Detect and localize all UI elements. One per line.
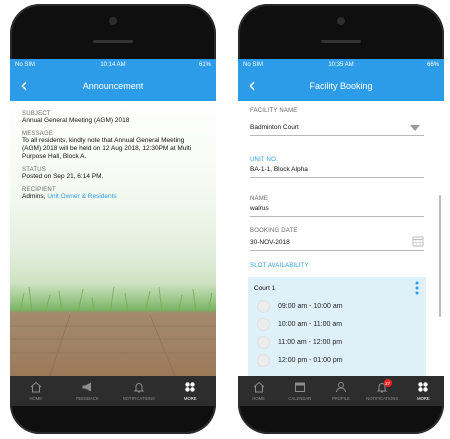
facility-label: FACILITY NAME — [250, 108, 298, 114]
tab-feedback[interactable]: FEEDBACK — [62, 376, 114, 406]
status-value: Posted on Sep 21, 6:14 PM. — [22, 173, 104, 180]
facility-value: Badminton Court — [250, 124, 424, 132]
tab-profile[interactable]: PROFILE — [320, 376, 361, 406]
radio-icon — [257, 317, 270, 331]
tab-more[interactable]: MORE — [165, 376, 217, 406]
message-line: (AGM) 2018 will be held on 12 Aug 2018, … — [22, 145, 192, 152]
grid-dots-icon — [418, 382, 429, 392]
bell-icon — [133, 383, 144, 393]
dropdown-caret-icon — [410, 125, 420, 131]
front-camera — [337, 17, 345, 25]
tab-notifications[interactable]: 27 NOTIFICATIONS — [362, 376, 403, 406]
name-label: NAME — [250, 196, 269, 202]
grid-dots-icon — [185, 382, 195, 392]
front-camera — [109, 17, 117, 25]
facility-text: Badminton Court — [250, 124, 299, 131]
chevron-left-icon[interactable]: ‹ — [20, 75, 28, 95]
date-label: BOOKING DATE — [250, 228, 298, 234]
tab-label: MORE — [417, 396, 430, 401]
radio-icon — [257, 299, 270, 313]
slot-item[interactable]: 09:00 am - 10:00 am — [248, 297, 426, 315]
unit-value: BA-1-1, Block Alpha — [250, 166, 308, 173]
earpiece-speaker — [93, 40, 133, 43]
home-icon — [253, 381, 264, 393]
announcement-content: SUBJECT Annual General Meeting (AGM) 201… — [10, 101, 216, 376]
header-bar: ‹ Announcement — [10, 71, 216, 101]
scrollbar[interactable] — [439, 195, 441, 317]
message-line: To all residents, kindly note that Annua… — [22, 137, 185, 144]
battery-text: 61% — [198, 62, 211, 68]
tab-label: CALENDAR — [288, 396, 312, 401]
slot-item[interactable]: 11:00 am - 12:00 pm — [248, 333, 426, 351]
page-title: Announcement — [82, 81, 144, 91]
clock-text: 10:14 AM — [100, 62, 126, 68]
tab-label: NOTIFICATIONS — [366, 396, 399, 401]
tab-more[interactable]: MORE — [403, 376, 444, 406]
field-underline — [250, 177, 424, 178]
message-line: Purpose Hall, Block A. — [22, 153, 87, 160]
tab-label: PROFILE — [332, 396, 350, 401]
slot-item[interactable]: 12:00 pm - 01:00 pm — [248, 351, 426, 369]
date-value: 30-NOV-2018 — [250, 236, 424, 247]
field-underline — [250, 250, 424, 251]
home-icon — [30, 381, 42, 393]
tab-label: HOME — [252, 396, 265, 401]
carrier-text: No SIM — [243, 62, 264, 68]
person-icon — [336, 382, 346, 393]
tab-label: FEEDBACK — [75, 396, 99, 401]
court-name: Court 1 — [254, 285, 276, 292]
page-title: Facility Booking — [309, 81, 373, 91]
tab-label: NOTIFICATIONS — [122, 396, 155, 401]
status-bar: No SIM 10:14 AM 61% — [10, 59, 216, 71]
carrier-text: No SIM — [15, 62, 36, 68]
notification-badge: 27 — [383, 379, 392, 387]
recipient-link[interactable]: Unit Owner & Residents — [47, 193, 116, 200]
unit-label: UNIT NO. — [250, 157, 278, 163]
status-bar: No SIM 10:35 AM 66% — [238, 59, 444, 71]
bottom-tab-bar: HOME CALENDAR PROFILE 27 NOTIFICATIONS M… — [238, 376, 444, 406]
phone-announcement: No SIM 10:14 AM 61% ‹ Announcement SUBJE… — [10, 4, 216, 434]
tab-notifications[interactable]: NOTIFICATIONS — [113, 376, 165, 406]
battery-text: 66% — [426, 62, 439, 68]
announcement-details: SUBJECT Annual General Meeting (AGM) 201… — [22, 111, 208, 201]
facility-select[interactable]: FACILITY NAME Badminton Court — [250, 108, 424, 136]
name-field[interactable]: NAME walrus — [250, 196, 424, 217]
tab-home[interactable]: HOME — [10, 376, 62, 406]
announcement-screen: No SIM 10:14 AM 61% ‹ Announcement SUBJE… — [10, 59, 216, 406]
radio-icon — [257, 353, 270, 367]
slot-time: 09:00 am - 10:00 am — [278, 302, 343, 310]
date-text: 30-NOV-2018 — [250, 239, 290, 246]
facility-booking-screen: No SIM 10:35 AM 66% ‹ Facility Booking F… — [238, 59, 444, 406]
subject-value: Annual General Meeting (AGM) 2018 — [22, 117, 130, 124]
tab-label: MORE — [183, 396, 197, 401]
tab-home[interactable]: HOME — [238, 376, 279, 406]
slot-item[interactable]: 10:00 am - 11:00 am — [248, 315, 426, 333]
slot-time: 11:00 am - 12:00 pm — [278, 338, 343, 346]
more-vertical-icon[interactable] — [415, 281, 419, 295]
recipient-value: Admins, Unit Owner & Residents — [22, 193, 208, 201]
slot-time: 10:00 am - 11:00 am — [278, 320, 343, 328]
radio-icon — [257, 335, 270, 349]
slot-availability-label: SLOT AVAILABILITY — [250, 263, 309, 269]
chevron-left-icon[interactable]: ‹ — [248, 75, 256, 95]
field-underline — [250, 216, 424, 217]
slot-list: 09:00 am - 10:00 am 10:00 am - 11:00 am … — [248, 297, 426, 376]
tab-calendar[interactable]: CALENDAR — [279, 376, 320, 406]
calendar-icon — [294, 382, 305, 392]
megaphone-icon — [82, 382, 92, 392]
header-bar: ‹ Facility Booking — [238, 71, 444, 101]
phone-facility-booking: No SIM 10:35 AM 66% ‹ Facility Booking F… — [238, 4, 444, 434]
recipient-admins: Admins, — [22, 193, 46, 200]
clock-text: 10:35 AM — [328, 62, 354, 68]
tab-label: HOME — [29, 396, 43, 401]
field-underline — [250, 135, 424, 136]
slot-time: 12:00 pm - 01:00 pm — [278, 356, 343, 364]
unit-field[interactable]: UNIT NO. BA-1-1, Block Alpha — [250, 157, 424, 178]
booking-date-field[interactable]: BOOKING DATE 30-NOV-2018 — [250, 228, 424, 251]
bottom-tab-bar: HOME FEEDBACK NOTIFICATIONS MORE — [10, 376, 216, 406]
calendar-icon[interactable] — [412, 235, 424, 247]
earpiece-speaker — [321, 40, 361, 43]
name-value: walrus — [250, 205, 269, 212]
booking-form: FACILITY NAME Badminton Court UNIT NO. B… — [238, 101, 444, 376]
